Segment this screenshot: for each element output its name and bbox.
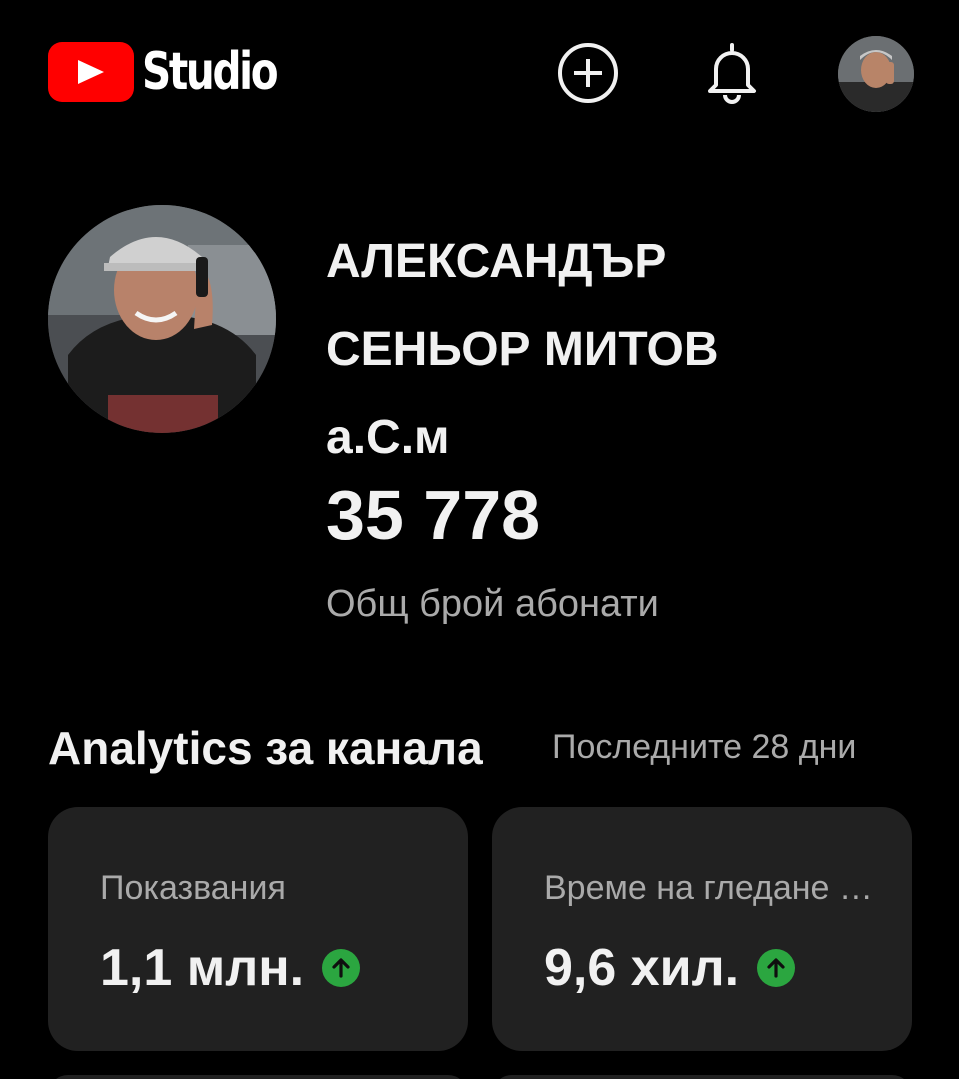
watch-time-label: Време на гледане (часове) — [544, 869, 874, 907]
create-button[interactable] — [555, 40, 621, 106]
top-app-bar: Studio — [0, 0, 959, 150]
analytics-card-partial[interactable] — [492, 1075, 912, 1079]
channel-name-line3: а.С.м — [326, 411, 450, 464]
youtube-studio-home: Studio АЛЕКСАНДЪР СЕНЬОР МИТОВ а.С.м 35 … — [0, 0, 959, 1079]
views-value: 1,1 млн. — [100, 939, 305, 997]
watch-time-value: 9,6 хил. — [544, 939, 740, 997]
trend-up-icon — [322, 949, 361, 987]
channel-name: АЛЕКСАНДЪР СЕНЬОР МИТОВ а.С.м — [326, 218, 926, 482]
channel-name-line2: СЕНЬОР МИТОВ — [326, 323, 719, 376]
subscriber-label: Общ брой абонати — [326, 583, 659, 625]
watch-time-card[interactable]: Време на гледане (часове) 9,6 хил. — [492, 807, 912, 1051]
subscriber-count: 35 778 — [326, 476, 541, 554]
trend-up-icon — [757, 949, 796, 987]
views-value-row: 1,1 млн. — [100, 933, 361, 1003]
bell-icon — [708, 43, 756, 104]
app-name: Studio — [142, 42, 279, 102]
views-label: Показвания — [100, 869, 286, 907]
analytics-title: Analytics за канала — [48, 722, 483, 774]
channel-avatar[interactable] — [48, 205, 276, 433]
notifications-button[interactable] — [699, 40, 765, 106]
add-circle-icon — [558, 43, 618, 103]
views-card[interactable]: Показвания 1,1 млн. — [48, 807, 468, 1051]
channel-name-line1: АЛЕКСАНДЪР — [326, 235, 667, 288]
youtube-studio-logo[interactable]: Studio — [48, 42, 314, 102]
account-avatar[interactable] — [838, 36, 914, 112]
watch-time-value-row: 9,6 хил. — [544, 933, 796, 1003]
analytics-card-partial[interactable] — [48, 1075, 468, 1079]
analytics-period[interactable]: Последните 28 дни — [552, 722, 856, 772]
youtube-play-icon — [48, 42, 134, 102]
